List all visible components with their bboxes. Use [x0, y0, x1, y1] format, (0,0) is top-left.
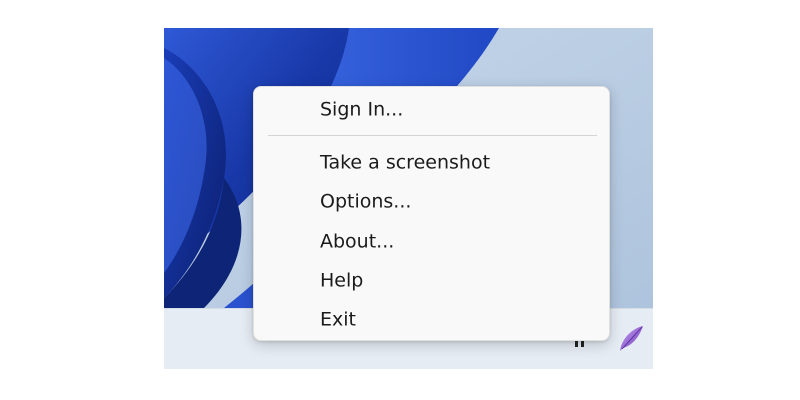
menu-item-label: Sign In...: [320, 98, 404, 121]
menu-item-label: Exit: [320, 308, 356, 331]
menu-item-label: About...: [320, 230, 395, 253]
feather-quill-icon[interactable]: [616, 324, 646, 354]
menu-item-label: Take a screenshot: [320, 151, 491, 174]
menu-item-take-screenshot[interactable]: Take a screenshot: [258, 145, 605, 181]
menu-separator: [268, 135, 597, 136]
menu-item-options[interactable]: Options...: [258, 184, 605, 220]
menu-item-label: Options...: [320, 190, 412, 213]
page: Sign In... Take a screenshot Options... …: [0, 0, 800, 400]
menu-item-exit[interactable]: Exit: [258, 302, 605, 338]
tray-context-menu: Sign In... Take a screenshot Options... …: [253, 86, 610, 341]
menu-item-label: Help: [320, 269, 364, 292]
menu-item-sign-in[interactable]: Sign In...: [258, 92, 605, 128]
menu-item-help[interactable]: Help: [258, 263, 605, 299]
menu-item-about[interactable]: About...: [258, 224, 605, 260]
